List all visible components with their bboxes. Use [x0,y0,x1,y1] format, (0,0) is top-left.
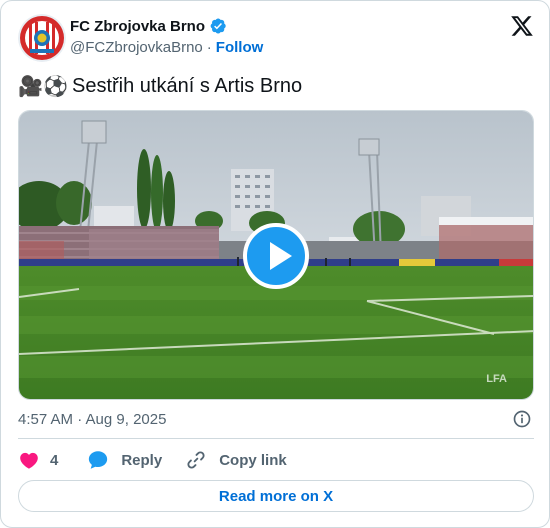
tweet-text: 🎥 ⚽ Sestřih utkání s Artis Brno [18,74,302,98]
read-more-button[interactable]: Read more on X [18,480,534,512]
tweet-meta: 4:57 AM · Aug 9, 2025 [18,408,534,430]
heart-icon [20,452,38,469]
club-crest-icon [18,14,66,62]
author-handle-row: @FCZbrojovkaBrno · Follow [70,37,263,57]
play-icon [270,242,292,270]
author-info: FC Zbrojovka Brno @FCZbrojovkaBrno · Fol… [70,16,263,57]
author-handle[interactable]: @FCZbrojovkaBrno [70,39,203,56]
follow-button[interactable]: Follow [216,39,264,56]
action-bar: 4 Reply Copy link [18,447,287,473]
broadcast-watermark: LFA [486,373,507,385]
author-name[interactable]: FC Zbrojovka Brno [70,18,205,35]
author-name-row: FC Zbrojovka Brno [70,16,263,36]
info-icon[interactable] [512,409,532,429]
reply-button[interactable]: Reply [87,449,162,471]
copy-link-button[interactable]: Copy link [185,449,287,471]
verified-badge-icon [210,18,226,34]
reply-label: Reply [121,451,163,469]
reply-bubble-icon [89,451,108,469]
play-button[interactable] [243,223,309,289]
soccer-ball-icon: ⚽ [43,74,68,98]
copy-link-label: Copy link [219,451,287,469]
video-thumbnail[interactable]: LFA [18,110,534,400]
like-count: 4 [50,451,59,469]
tweet-header: FC Zbrojovka Brno @FCZbrojovkaBrno · Fol… [18,14,534,64]
like-button[interactable]: 4 [18,449,58,471]
divider [18,438,534,439]
movie-camera-icon: 🎥 [18,74,43,98]
link-icon [187,451,205,469]
avatar[interactable] [18,14,66,62]
tweet-body: Sestřih utkání s Artis Brno [72,75,303,97]
x-logo-icon[interactable] [510,14,534,38]
tweet-embed-card: FC Zbrojovka Brno @FCZbrojovkaBrno · Fol… [0,0,550,528]
timestamp[interactable]: 4:57 AM · Aug 9, 2025 [18,411,166,428]
separator-dot: · [206,38,212,56]
